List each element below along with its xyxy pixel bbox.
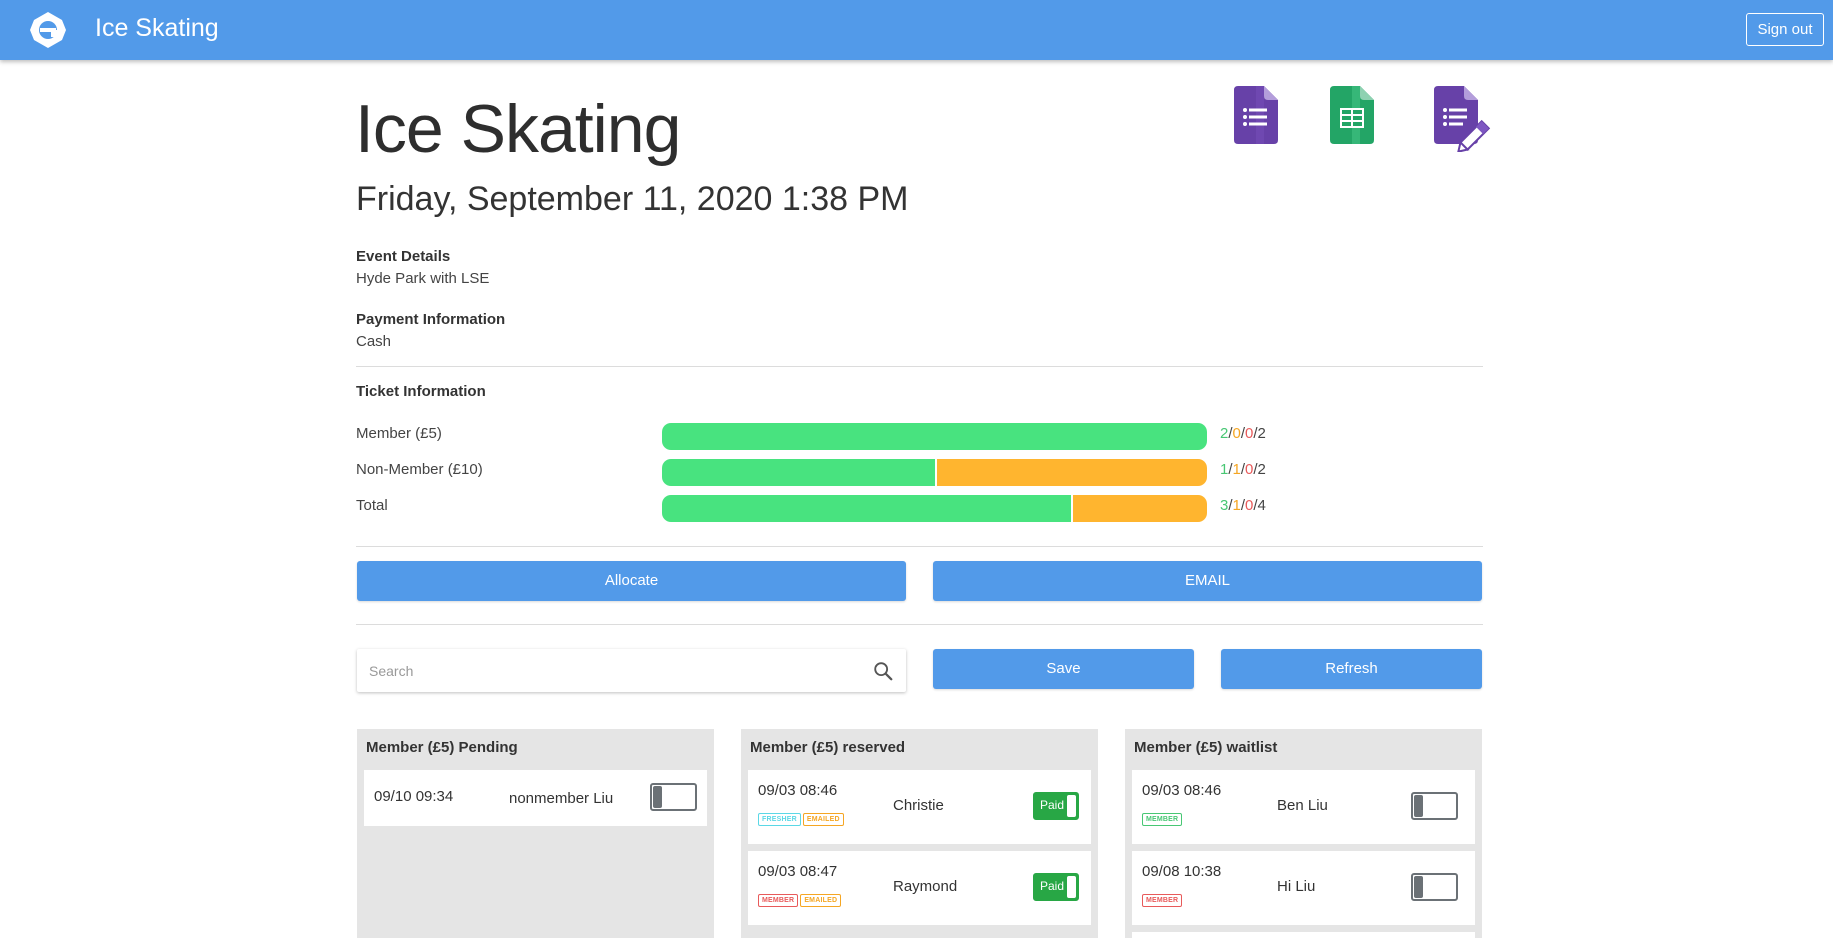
google-sheets-icon[interactable] (1330, 86, 1374, 144)
app-title[interactable]: Ice Skating (95, 14, 219, 43)
card-tags: FRESHER EMAILED (758, 813, 844, 826)
google-forms-edit-icon[interactable] (1434, 86, 1496, 152)
ticket-information-heading: Ticket Information (356, 383, 486, 400)
ticket-counts-total: 3/1/0/4 (1220, 497, 1266, 514)
ticket-bar-member (662, 423, 1207, 450)
event-details-label: Event Details (356, 248, 451, 265)
toggle-knob (1414, 876, 1423, 898)
search-input[interactable] (369, 660, 849, 682)
fresher-tag: FRESHER (758, 813, 801, 826)
top-navbar: Ice Skating Sign out (0, 0, 1833, 60)
reserved-column: Member (£5) reserved 09/03 08:46 FRESHER… (741, 729, 1098, 938)
event-date: Friday, September 11, 2020 1:38 PM (356, 180, 909, 218)
event-details-value: Hyde Park with LSE (356, 270, 490, 287)
payment-information-value: Cash (356, 333, 392, 350)
google-forms-icon[interactable] (1234, 86, 1278, 144)
ticket-card[interactable]: 09/03 08:46 FRESHER EMAILED Christie Pai… (748, 770, 1091, 844)
card-name: Ben Liu (1277, 797, 1328, 814)
payment-information-label: Payment Information (356, 311, 506, 328)
emailed-tag: EMAILED (800, 894, 842, 907)
card-time: 09/08 10:38 (1142, 863, 1222, 880)
bar-segment-green (662, 423, 1207, 450)
column-title: Member (£5) waitlist (1134, 739, 1278, 756)
card-time: 09/03 08:46 (758, 782, 838, 799)
divider (356, 366, 1483, 367)
search-icon[interactable] (872, 660, 894, 682)
paid-toggle[interactable] (1411, 873, 1458, 901)
emailed-tag: EMAILED (802, 813, 844, 826)
toggle-knob (1067, 876, 1076, 898)
column-title: Member (£5) Pending (366, 739, 518, 756)
card-time: 09/03 08:47 (758, 863, 838, 880)
email-button[interactable]: EMAIL (933, 561, 1482, 601)
ticket-card[interactable]: 09/03 08:46 MEMBER Ben Liu (1132, 770, 1475, 844)
bar-segment-orange (1073, 495, 1207, 522)
search-box (357, 649, 906, 692)
ticket-counts-member: 2/0/0/2 (1220, 425, 1266, 442)
ticket-counts-non-member: 1/1/0/2 (1220, 461, 1266, 478)
card-tags: MEMBER (1142, 894, 1183, 907)
card-name: Raymond (893, 878, 958, 895)
toggle-label: Paid (1040, 879, 1065, 893)
ticket-bar-total (662, 495, 1207, 522)
toggle-label: Paid (1040, 798, 1065, 812)
paid-toggle[interactable] (650, 783, 697, 811)
toggle-knob (1067, 795, 1076, 817)
card-tags: MEMBER EMAILED (758, 894, 842, 907)
ticket-label-total: Total (356, 497, 388, 514)
sign-out-button[interactable]: Sign out (1746, 13, 1824, 46)
bar-segment-green (662, 459, 935, 486)
bar-segment-green (662, 495, 1071, 522)
card-tags: MEMBER (1142, 813, 1183, 826)
card-name: nonmember Liu (509, 790, 614, 807)
card-time: 09/03 08:46 (1142, 782, 1222, 799)
paid-toggle[interactable] (1411, 792, 1458, 820)
card-name: Christie (893, 797, 944, 814)
waitlist-column: Member (£5) waitlist 09/03 08:46 MEMBER … (1125, 729, 1482, 952)
member-tag: MEMBER (758, 894, 799, 907)
ticket-card[interactable]: 09/08 10:38 MEMBER Hi Liu (1132, 851, 1475, 925)
ticket-label-non-member: Non-Member (£10) (356, 461, 483, 478)
paid-toggle[interactable]: Paid (1033, 873, 1079, 901)
ticket-bar-non-member (662, 459, 1207, 486)
member-tag: MEMBER (1142, 894, 1183, 907)
save-button[interactable]: Save (933, 649, 1194, 689)
ticket-card[interactable]: 09/03 08:47 MEMBER EMAILED Raymond Paid (748, 851, 1091, 925)
ticket-label-member: Member (£5) (356, 425, 442, 442)
refresh-button[interactable]: Refresh (1221, 649, 1482, 689)
card-time: 09/10 09:34 (374, 788, 454, 805)
card-name: Hi Liu (1277, 878, 1316, 895)
divider (356, 624, 1483, 625)
page-title: Ice Skating (355, 91, 681, 167)
ticket-card[interactable]: 09/10 09:34 nonmember Liu (364, 770, 707, 826)
pending-column: Member (£5) Pending 09/10 09:34 nonmembe… (357, 729, 714, 938)
column-title: Member (£5) reserved (750, 739, 906, 756)
ticket-card[interactable] (1132, 932, 1475, 952)
allocate-button[interactable]: Allocate (357, 561, 906, 601)
divider (356, 546, 1483, 547)
paid-toggle[interactable]: Paid (1033, 792, 1079, 820)
app-logo-icon[interactable] (29, 11, 67, 49)
toggle-knob (653, 786, 662, 808)
member-tag: MEMBER (1142, 813, 1183, 826)
toggle-knob (1414, 795, 1423, 817)
bar-segment-orange (937, 459, 1207, 486)
